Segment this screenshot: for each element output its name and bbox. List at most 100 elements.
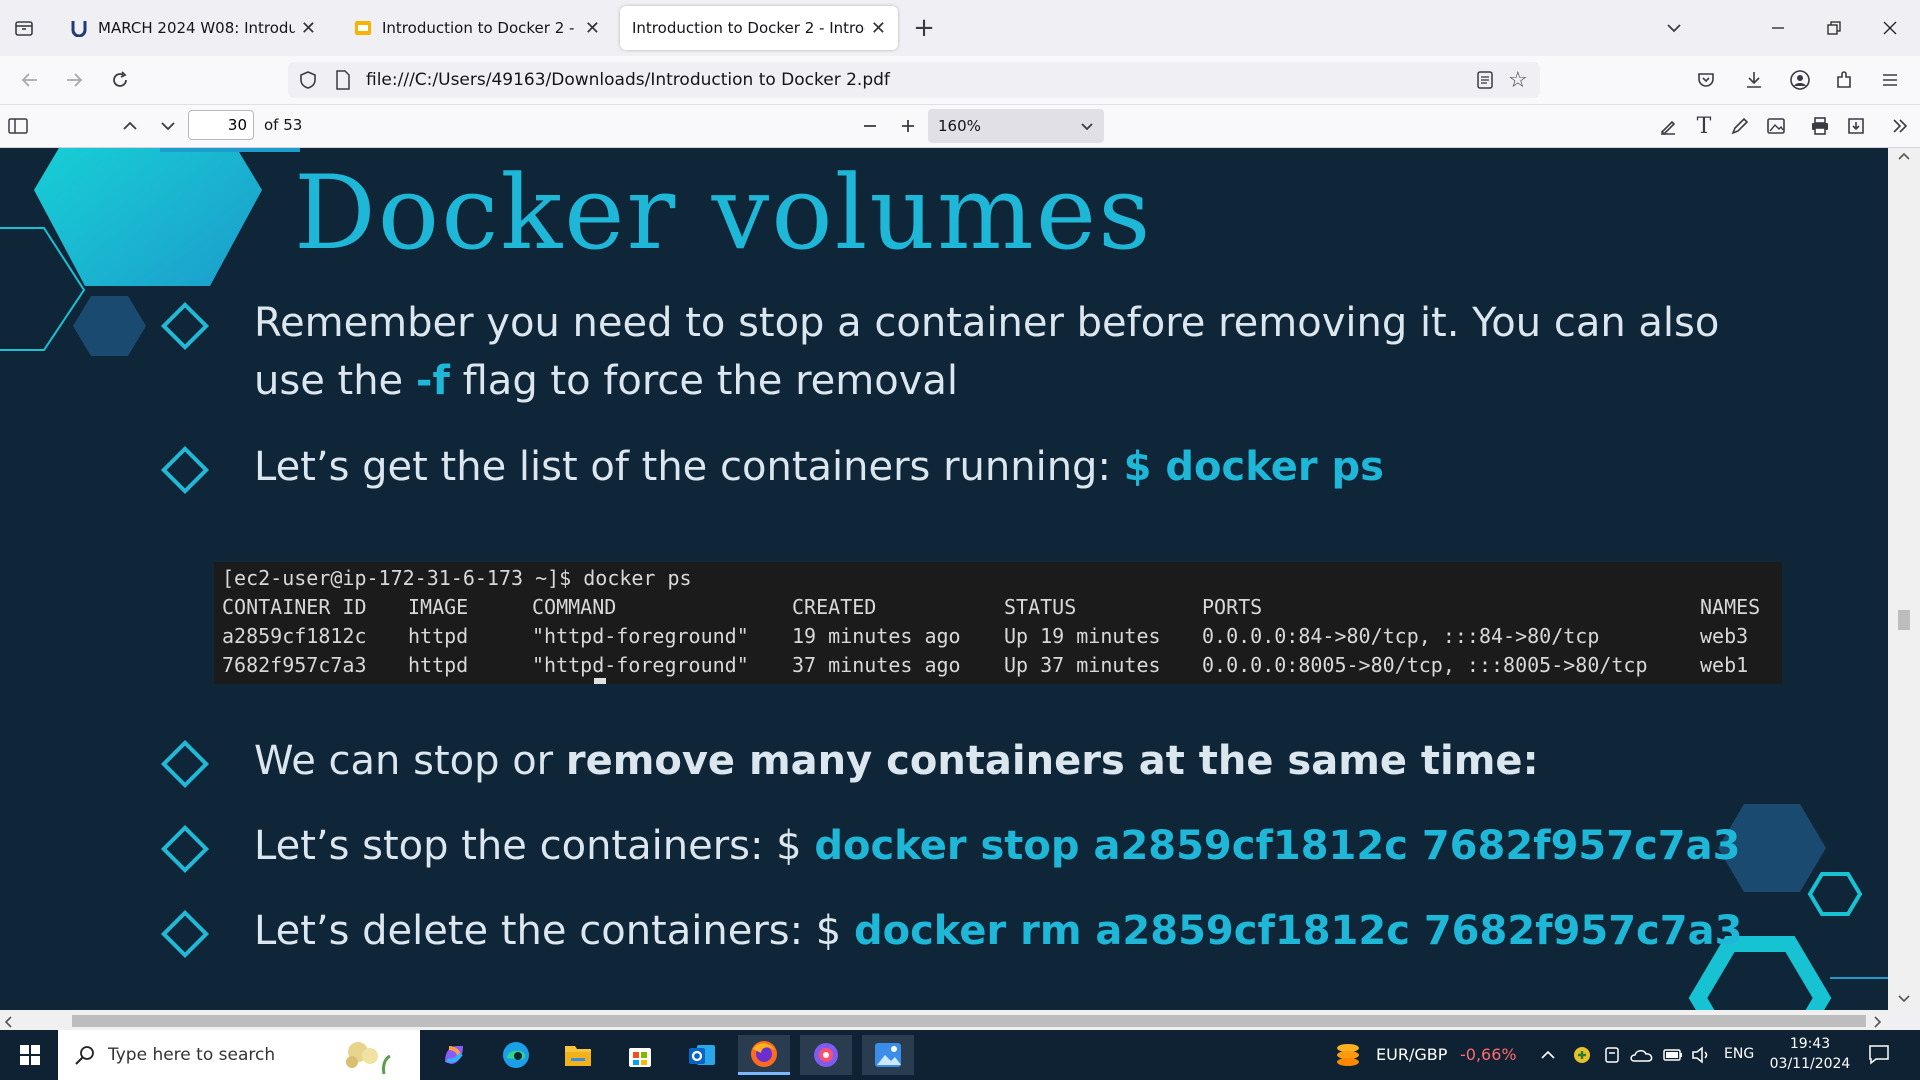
page-number-input[interactable] — [188, 110, 254, 140]
zoom-out-icon[interactable] — [856, 112, 884, 140]
reader-view-icon[interactable] — [1476, 70, 1494, 94]
currency-ticker[interactable]: EUR/GBP -0,66% — [1334, 1030, 1520, 1080]
url-text: file:///C:/Users/49163/Downloads/Introdu… — [366, 70, 890, 90]
close-icon[interactable]: ✕ — [301, 18, 316, 39]
tab-list-icon[interactable] — [10, 14, 38, 42]
bullet-line: Remember you need to stop a container be… — [254, 300, 1720, 346]
coins-icon — [1334, 1040, 1362, 1074]
tray-app-icon[interactable] — [1572, 1045, 1592, 1069]
edge-icon[interactable] — [490, 1035, 542, 1075]
tray-device-icon[interactable] — [1602, 1045, 1622, 1069]
zoom-value: 160% — [938, 117, 981, 135]
cell-status: Up 19 minutes — [1004, 624, 1161, 648]
ticker-value: -0,66% — [1460, 1045, 1517, 1064]
bullet-remove-many: We can stop or remove many containers at… — [254, 732, 1539, 790]
bullet-text: Let’s delete the containers: $ — [254, 908, 854, 954]
new-tab-icon[interactable]: + — [910, 13, 938, 43]
bullet-bold-text: remove many containers at the same time: — [565, 738, 1539, 784]
back-icon[interactable] — [16, 66, 44, 94]
sidebar-toggle-icon[interactable] — [4, 112, 32, 140]
bullet-list-containers: Let’s get the list of the containers run… — [254, 438, 1384, 496]
bookmark-star-icon[interactable]: ☆ — [1508, 68, 1528, 93]
language-indicator[interactable]: ENG — [1724, 1046, 1754, 1062]
app-icon[interactable] — [800, 1035, 852, 1075]
taskbar-search-box[interactable]: Type here to search — [58, 1030, 420, 1080]
command-text: $ docker ps — [1123, 444, 1384, 490]
outlook-icon[interactable] — [676, 1035, 728, 1075]
close-icon[interactable]: ✕ — [871, 18, 886, 39]
account-icon[interactable] — [1786, 66, 1814, 94]
scrollbar-thumb[interactable] — [72, 1015, 1866, 1027]
battery-icon[interactable] — [1662, 1045, 1684, 1069]
flag-text: -f — [415, 358, 450, 404]
shield-icon[interactable] — [298, 70, 318, 94]
pdf-viewer: Docker volumes Remember you need to stop… — [0, 148, 1920, 1010]
reload-icon[interactable] — [106, 66, 134, 94]
firefox-icon[interactable] — [738, 1035, 790, 1075]
tab-label: Introduction to Docker 2 - Goo — [382, 19, 579, 37]
notification-icon[interactable] — [1868, 1043, 1890, 1069]
draw-icon[interactable] — [1726, 112, 1754, 140]
microsoft-store-icon[interactable] — [614, 1035, 666, 1075]
next-page-icon[interactable] — [154, 112, 182, 140]
zoom-select[interactable]: 160% — [928, 109, 1104, 143]
extensions-icon[interactable] — [1830, 66, 1858, 94]
file-explorer-icon[interactable] — [552, 1035, 604, 1075]
header-command: COMMAND — [532, 595, 617, 619]
volume-icon[interactable] — [1690, 1045, 1712, 1069]
bullet-stop-containers: Let’s stop the containers: $ docker stop… — [254, 817, 1740, 875]
search-icon — [74, 1044, 96, 1070]
bullet-text: We can stop or — [254, 738, 566, 784]
scroll-up-icon[interactable] — [1897, 150, 1911, 168]
minimize-icon[interactable] — [1764, 14, 1792, 42]
close-icon[interactable]: ✕ — [585, 18, 600, 39]
windows-taskbar: Type here to search EUR/GBP -0,66% ENG 1… — [0, 1030, 1920, 1080]
ticker-label: EUR/GBP — [1376, 1045, 1448, 1064]
tab-u-icon — [70, 19, 88, 38]
save-icon[interactable] — [1842, 112, 1870, 140]
vertical-scrollbar[interactable] — [1888, 148, 1920, 1010]
close-window-icon[interactable] — [1876, 14, 1904, 42]
terminal-prompt: [ec2-user@ip-172-31-6-173 ~]$ docker ps — [222, 566, 692, 590]
page-total: of 53 — [264, 116, 303, 134]
header-container-id: CONTAINER ID — [222, 595, 367, 619]
slide-page: Docker volumes Remember you need to stop… — [0, 148, 1888, 1010]
highlight-icon[interactable] — [1654, 112, 1682, 140]
windows-start-icon[interactable] — [4, 1035, 56, 1075]
copilot-icon[interactable] — [428, 1035, 480, 1075]
search-placeholder: Type here to search — [108, 1045, 276, 1065]
cell-command: "httpd-foreground" — [532, 653, 749, 677]
clock-date: 03/11/2024 — [1769, 1056, 1851, 1072]
scrollbar-thumb[interactable] — [1898, 610, 1910, 630]
scroll-down-icon[interactable] — [1897, 990, 1911, 1009]
tab-google-slides[interactable]: Introduction to Docker 2 - Goo ✕ — [342, 6, 612, 50]
tab-pdf-active[interactable]: Introduction to Docker 2 - Introduc ✕ — [620, 6, 898, 50]
image-tool-icon[interactable] — [1762, 112, 1790, 140]
pocket-icon[interactable] — [1692, 66, 1720, 94]
menu-icon[interactable] — [1876, 66, 1904, 94]
bullet-diamond-icon — [160, 445, 210, 495]
url-bar[interactable]: file:///C:/Users/49163/Downloads/Introdu… — [288, 62, 1540, 98]
more-tools-icon[interactable] — [1886, 112, 1914, 140]
print-icon[interactable] — [1806, 112, 1834, 140]
bullet-remove-container: Remember you need to stop a container be… — [254, 294, 1754, 410]
clock[interactable]: 19:43 03/11/2024 — [1762, 1034, 1858, 1078]
chevron-up-icon[interactable] — [1540, 1047, 1556, 1067]
header-image: IMAGE — [408, 595, 469, 619]
command-text: docker stop a2859cf1812c 7682f957c7a3 — [814, 823, 1741, 869]
cell-status: Up 37 minutes — [1004, 653, 1161, 677]
download-icon[interactable] — [1740, 66, 1768, 94]
terminal-cursor — [594, 678, 606, 684]
chevron-down-icon[interactable] — [1660, 14, 1688, 42]
previous-page-icon[interactable] — [116, 112, 144, 140]
text-tool-icon[interactable]: T — [1690, 112, 1718, 140]
restore-icon[interactable] — [1820, 14, 1848, 42]
horizontal-scrollbar[interactable] — [0, 1010, 1888, 1032]
tab-label: Introduction to Docker 2 - Introduc — [632, 19, 865, 37]
tab-march-2024[interactable]: MARCH 2024 W08: Introductio ✕ — [58, 6, 328, 50]
zoom-in-icon[interactable] — [894, 112, 922, 140]
forward-icon[interactable] — [60, 66, 88, 94]
onedrive-icon[interactable] — [1630, 1045, 1654, 1069]
cell-ports: 0.0.0.0:8005->80/tcp, :::8005->80/tcp — [1202, 653, 1648, 677]
photos-icon[interactable] — [862, 1035, 914, 1075]
